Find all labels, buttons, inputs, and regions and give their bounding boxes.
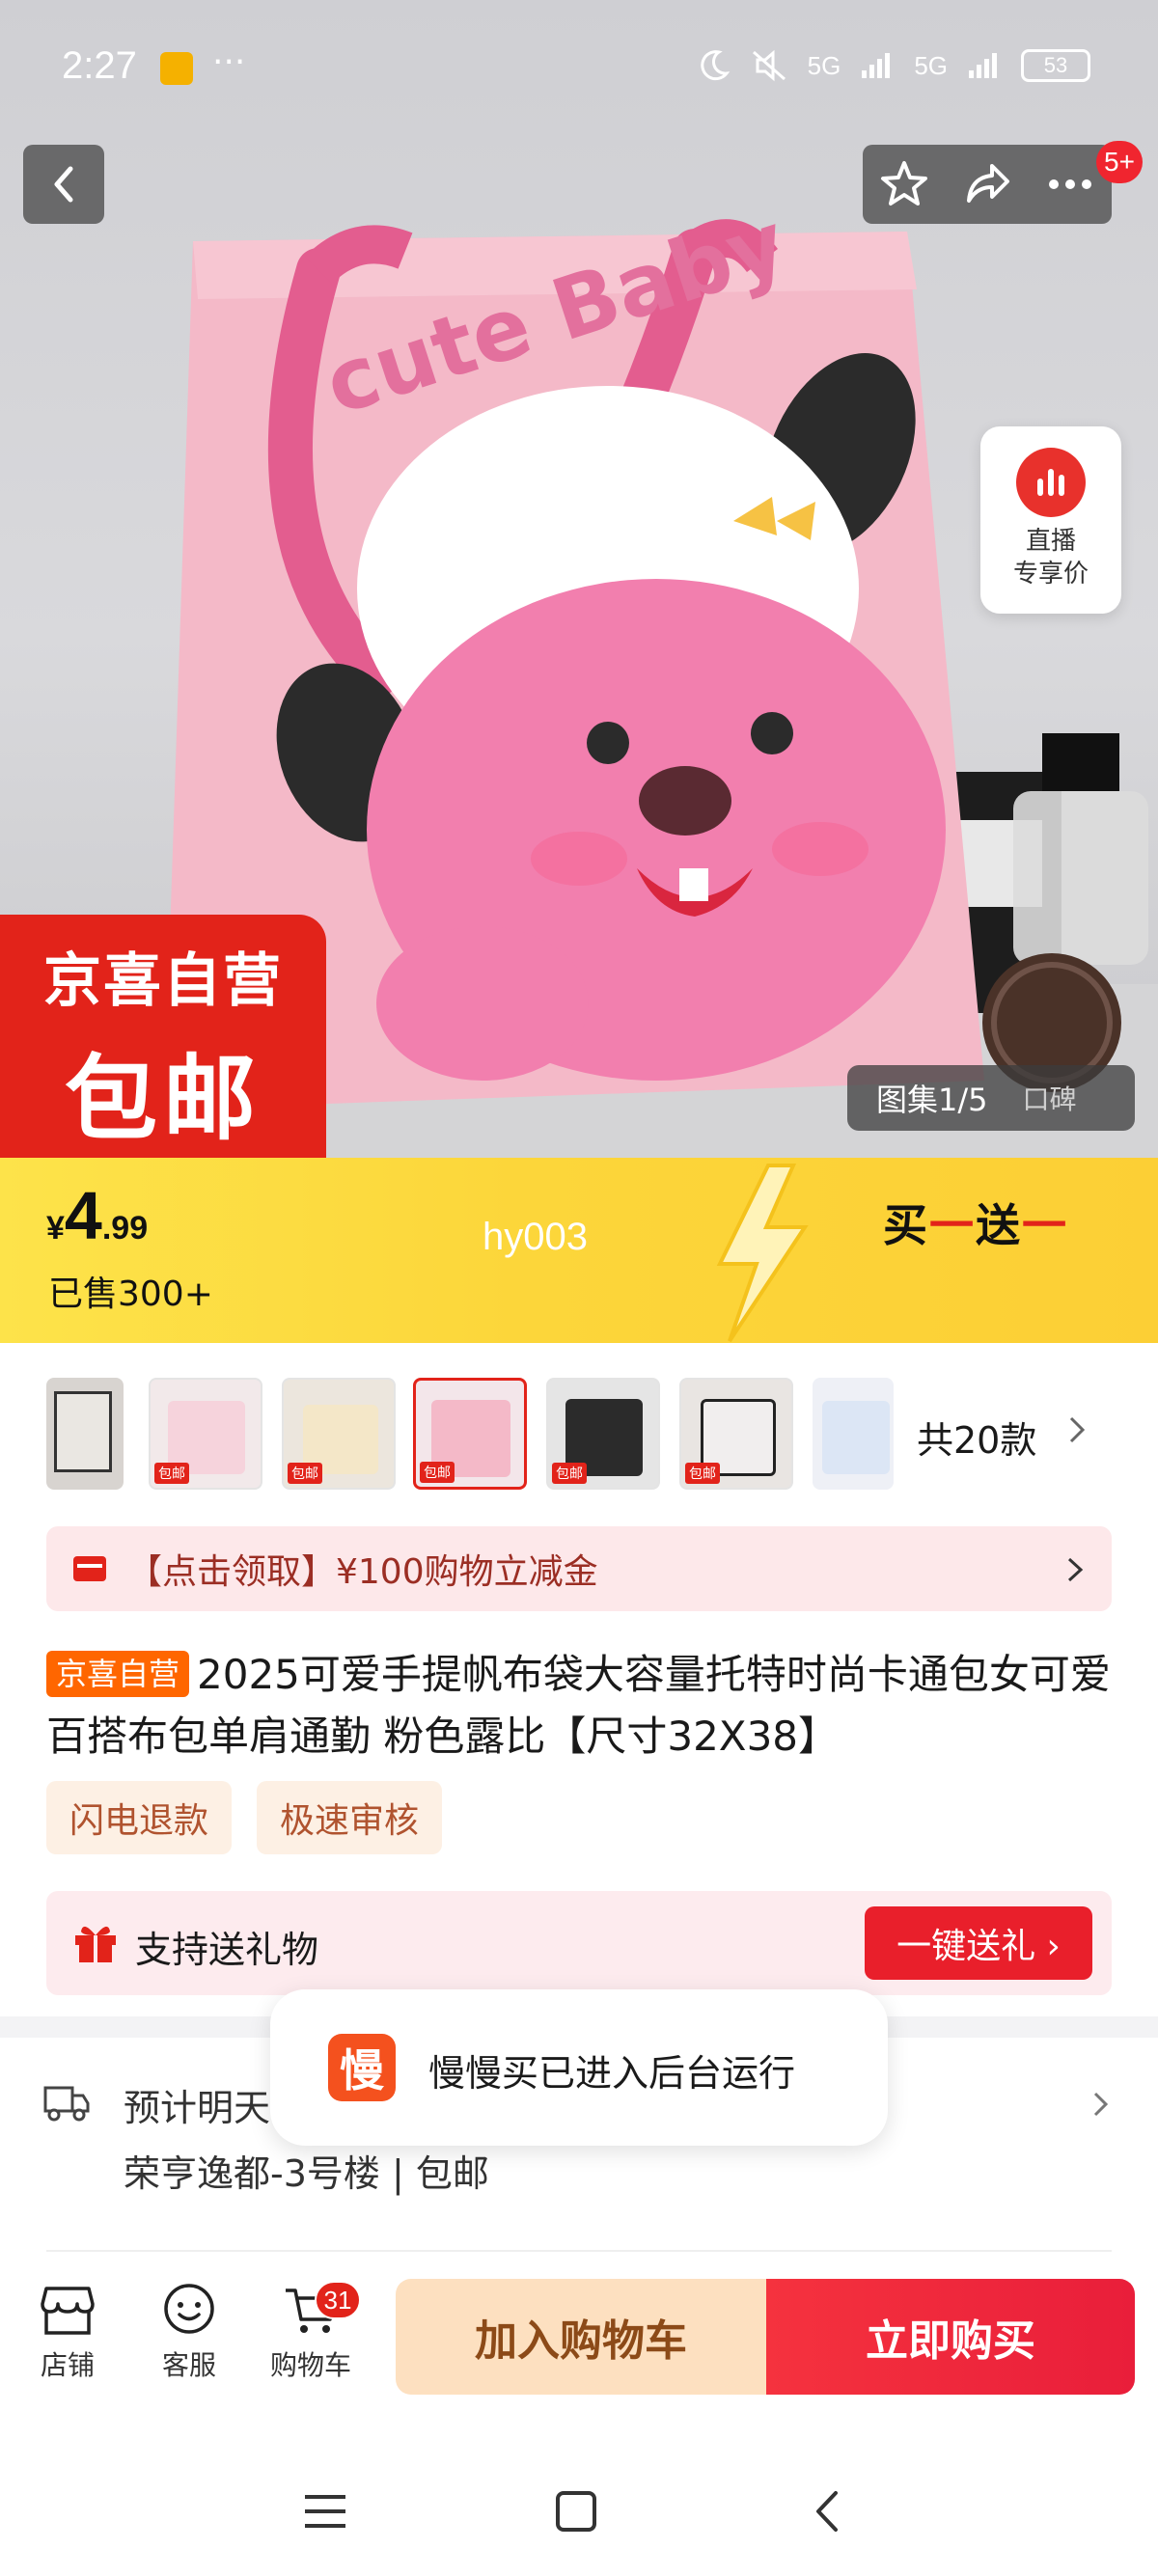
live-label-2: 专享价 <box>1012 560 1089 589</box>
variant-thumbnails: 包邮 包邮 包邮 包邮 包邮 共20款 <box>0 1374 1158 1494</box>
divider <box>46 2250 1112 2252</box>
manmanmai-app-icon: 慢 <box>328 2034 396 2101</box>
variant-free-ship-tag: 包邮 <box>154 1463 189 1484</box>
system-navigation-bar <box>0 2451 1158 2576</box>
variant-free-ship-tag: 包邮 <box>552 1463 587 1484</box>
gift-banner: 支持送礼物 一键送礼 › <box>46 1891 1112 1995</box>
variant-thumb[interactable] <box>813 1378 894 1490</box>
buy-one-get-one: 买一送一 <box>883 1191 1068 1254</box>
reviews-tab[interactable]: 口碑 <box>988 1079 1077 1117</box>
back-button[interactable] <box>23 145 104 224</box>
chat-smile-icon <box>164 2284 214 2334</box>
jingxi-free-shipping-badge: 京喜自营 包邮 <box>0 915 326 1158</box>
service-chip-refund[interactable]: 闪电退款 <box>46 1781 233 1854</box>
send-gift-button[interactable]: 一键送礼 › <box>865 1906 1092 1980</box>
background-running-toast: 慢 慢慢买已进入后台运行 <box>270 1989 888 2146</box>
coupon-card-icon <box>73 1556 106 1581</box>
add-to-cart-button[interactable]: 加入购物车 <box>396 2279 766 2395</box>
chevron-right-icon[interactable] <box>1065 1411 1090 1449</box>
mute-icon <box>752 49 786 82</box>
share-icon[interactable] <box>961 158 1013 210</box>
gallery-counter-pill[interactable]: 图集1/5 口碑 <box>847 1065 1135 1131</box>
network-5g-1: 5G <box>807 50 841 80</box>
bottom-action-bar: 店铺 客服 购物车 31 加入购物车 立即购买 <box>0 2258 1158 2412</box>
store-icon <box>41 2287 95 2335</box>
product-title: 京喜自营 2025可爱手提帆布袋大容量托特时尚卡通包女可爱百搭布包单肩通勤 粉色露… <box>46 1644 1127 1768</box>
sold-count: 已售300+ <box>48 1274 213 1314</box>
variant-thumb[interactable]: 包邮 <box>282 1378 396 1490</box>
delivery-address: 荣亨逸都-3号楼 | 包邮 <box>124 2152 489 2195</box>
variant-thumb[interactable] <box>46 1378 124 1490</box>
price-banner: ¥4.99 已售300+ hy003 买一送一 <box>0 1158 1158 1343</box>
variant-count[interactable]: 共20款 <box>917 1411 1036 1464</box>
badge-line-2: 包邮 <box>65 1045 262 1153</box>
price-decimal: .99 <box>101 1210 149 1247</box>
gift-icon <box>75 1926 116 1962</box>
product-title-text: 2025可爱手提帆布袋大容量托特时尚卡通包女可爱百搭布包单肩通勤 粉色露比【尺寸… <box>46 1651 1111 1760</box>
chevron-right-icon <box>1093 2092 1109 2117</box>
network-5g-2: 5G <box>914 50 948 80</box>
message-count-badge[interactable]: 5+ <box>1096 141 1143 183</box>
product-code: hy003 <box>482 1216 588 1258</box>
price-integer: 4 <box>64 1178 102 1253</box>
coupon-banner[interactable]: 【点击领取】¥100购物立减金 <box>46 1526 1112 1611</box>
top-toolbar <box>863 145 1112 224</box>
chevron-left-icon <box>54 166 73 203</box>
product-image-gallery[interactable]: cute Baby 2:27 ··· 5G 5G 53 5+ 直播 专享价 京喜… <box>0 0 1158 1158</box>
price: ¥4.99 <box>46 1177 148 1254</box>
live-price-card[interactable]: 直播 专享价 <box>980 426 1121 614</box>
service-label: 客服 <box>161 2349 216 2381</box>
toast-message: 慢慢买已进入后台运行 <box>428 2052 796 2095</box>
variant-free-ship-tag: 包邮 <box>685 1463 720 1484</box>
service-chips: 闪电退款 极速审核 <box>46 1781 443 1854</box>
more-icon[interactable] <box>1044 158 1096 210</box>
chevron-right-icon <box>1067 1557 1084 1582</box>
app-notification-icon <box>160 52 193 85</box>
live-label-1: 直播 <box>1025 527 1076 556</box>
coupon-text: 【点击领取】¥100购物立减金 <box>127 1552 598 1592</box>
promo-give: 送 <box>976 1199 1022 1251</box>
back-nav-icon[interactable] <box>809 2489 847 2534</box>
gallery-counter: 图集1/5 <box>876 1082 988 1118</box>
promo-buy: 买 <box>883 1199 929 1251</box>
badge-line-1: 京喜自营 <box>43 947 283 1015</box>
status-time: 2:27 <box>62 44 137 87</box>
variant-free-ship-tag: 包邮 <box>288 1463 322 1484</box>
battery-level: 53 <box>1043 53 1068 77</box>
home-icon[interactable] <box>554 2489 598 2534</box>
variant-thumb[interactable]: 包邮 <box>679 1378 793 1490</box>
star-favorite-icon[interactable] <box>878 158 930 210</box>
promo-dash-1: 一 <box>929 1199 976 1251</box>
gift-text: 支持送礼物 <box>135 1929 319 1971</box>
customer-service-tab[interactable]: 客服 <box>141 2283 237 2383</box>
battery-icon: 53 <box>1021 49 1090 82</box>
truck-icon <box>43 2086 90 2122</box>
variant-free-ship-tag: 包邮 <box>420 1462 455 1483</box>
store-label: 店铺 <box>40 2349 95 2381</box>
delivery-estimate: 预计明天 <box>124 2087 271 2129</box>
promo-dash-2: 一 <box>1022 1199 1068 1251</box>
signal-icon <box>862 53 891 78</box>
lightning-icon <box>716 1164 809 1343</box>
menu-icon[interactable] <box>301 2489 349 2534</box>
store-tab[interactable]: 店铺 <box>19 2283 116 2383</box>
status-bar: 2:27 ··· 5G 5G 53 <box>0 0 1158 135</box>
jingxi-self-operated-tag: 京喜自营 <box>46 1651 190 1697</box>
service-chip-review[interactable]: 极速审核 <box>257 1781 443 1854</box>
cart-count-badge: 31 <box>315 2281 361 2319</box>
cart-label: 购物车 <box>269 2349 351 2381</box>
moon-icon <box>700 50 730 81</box>
variant-thumb[interactable]: 包邮 <box>546 1378 660 1490</box>
live-icon <box>1016 448 1086 517</box>
buy-now-button[interactable]: 立即购买 <box>766 2279 1135 2395</box>
variant-thumb-selected[interactable]: 包邮 <box>413 1378 527 1490</box>
variant-thumb[interactable]: 包邮 <box>149 1378 262 1490</box>
signal-icon-2 <box>969 53 997 78</box>
status-more-icon: ··· <box>212 42 246 82</box>
status-indicators: 5G 5G 53 <box>696 48 1090 83</box>
price-currency: ¥ <box>46 1210 65 1247</box>
